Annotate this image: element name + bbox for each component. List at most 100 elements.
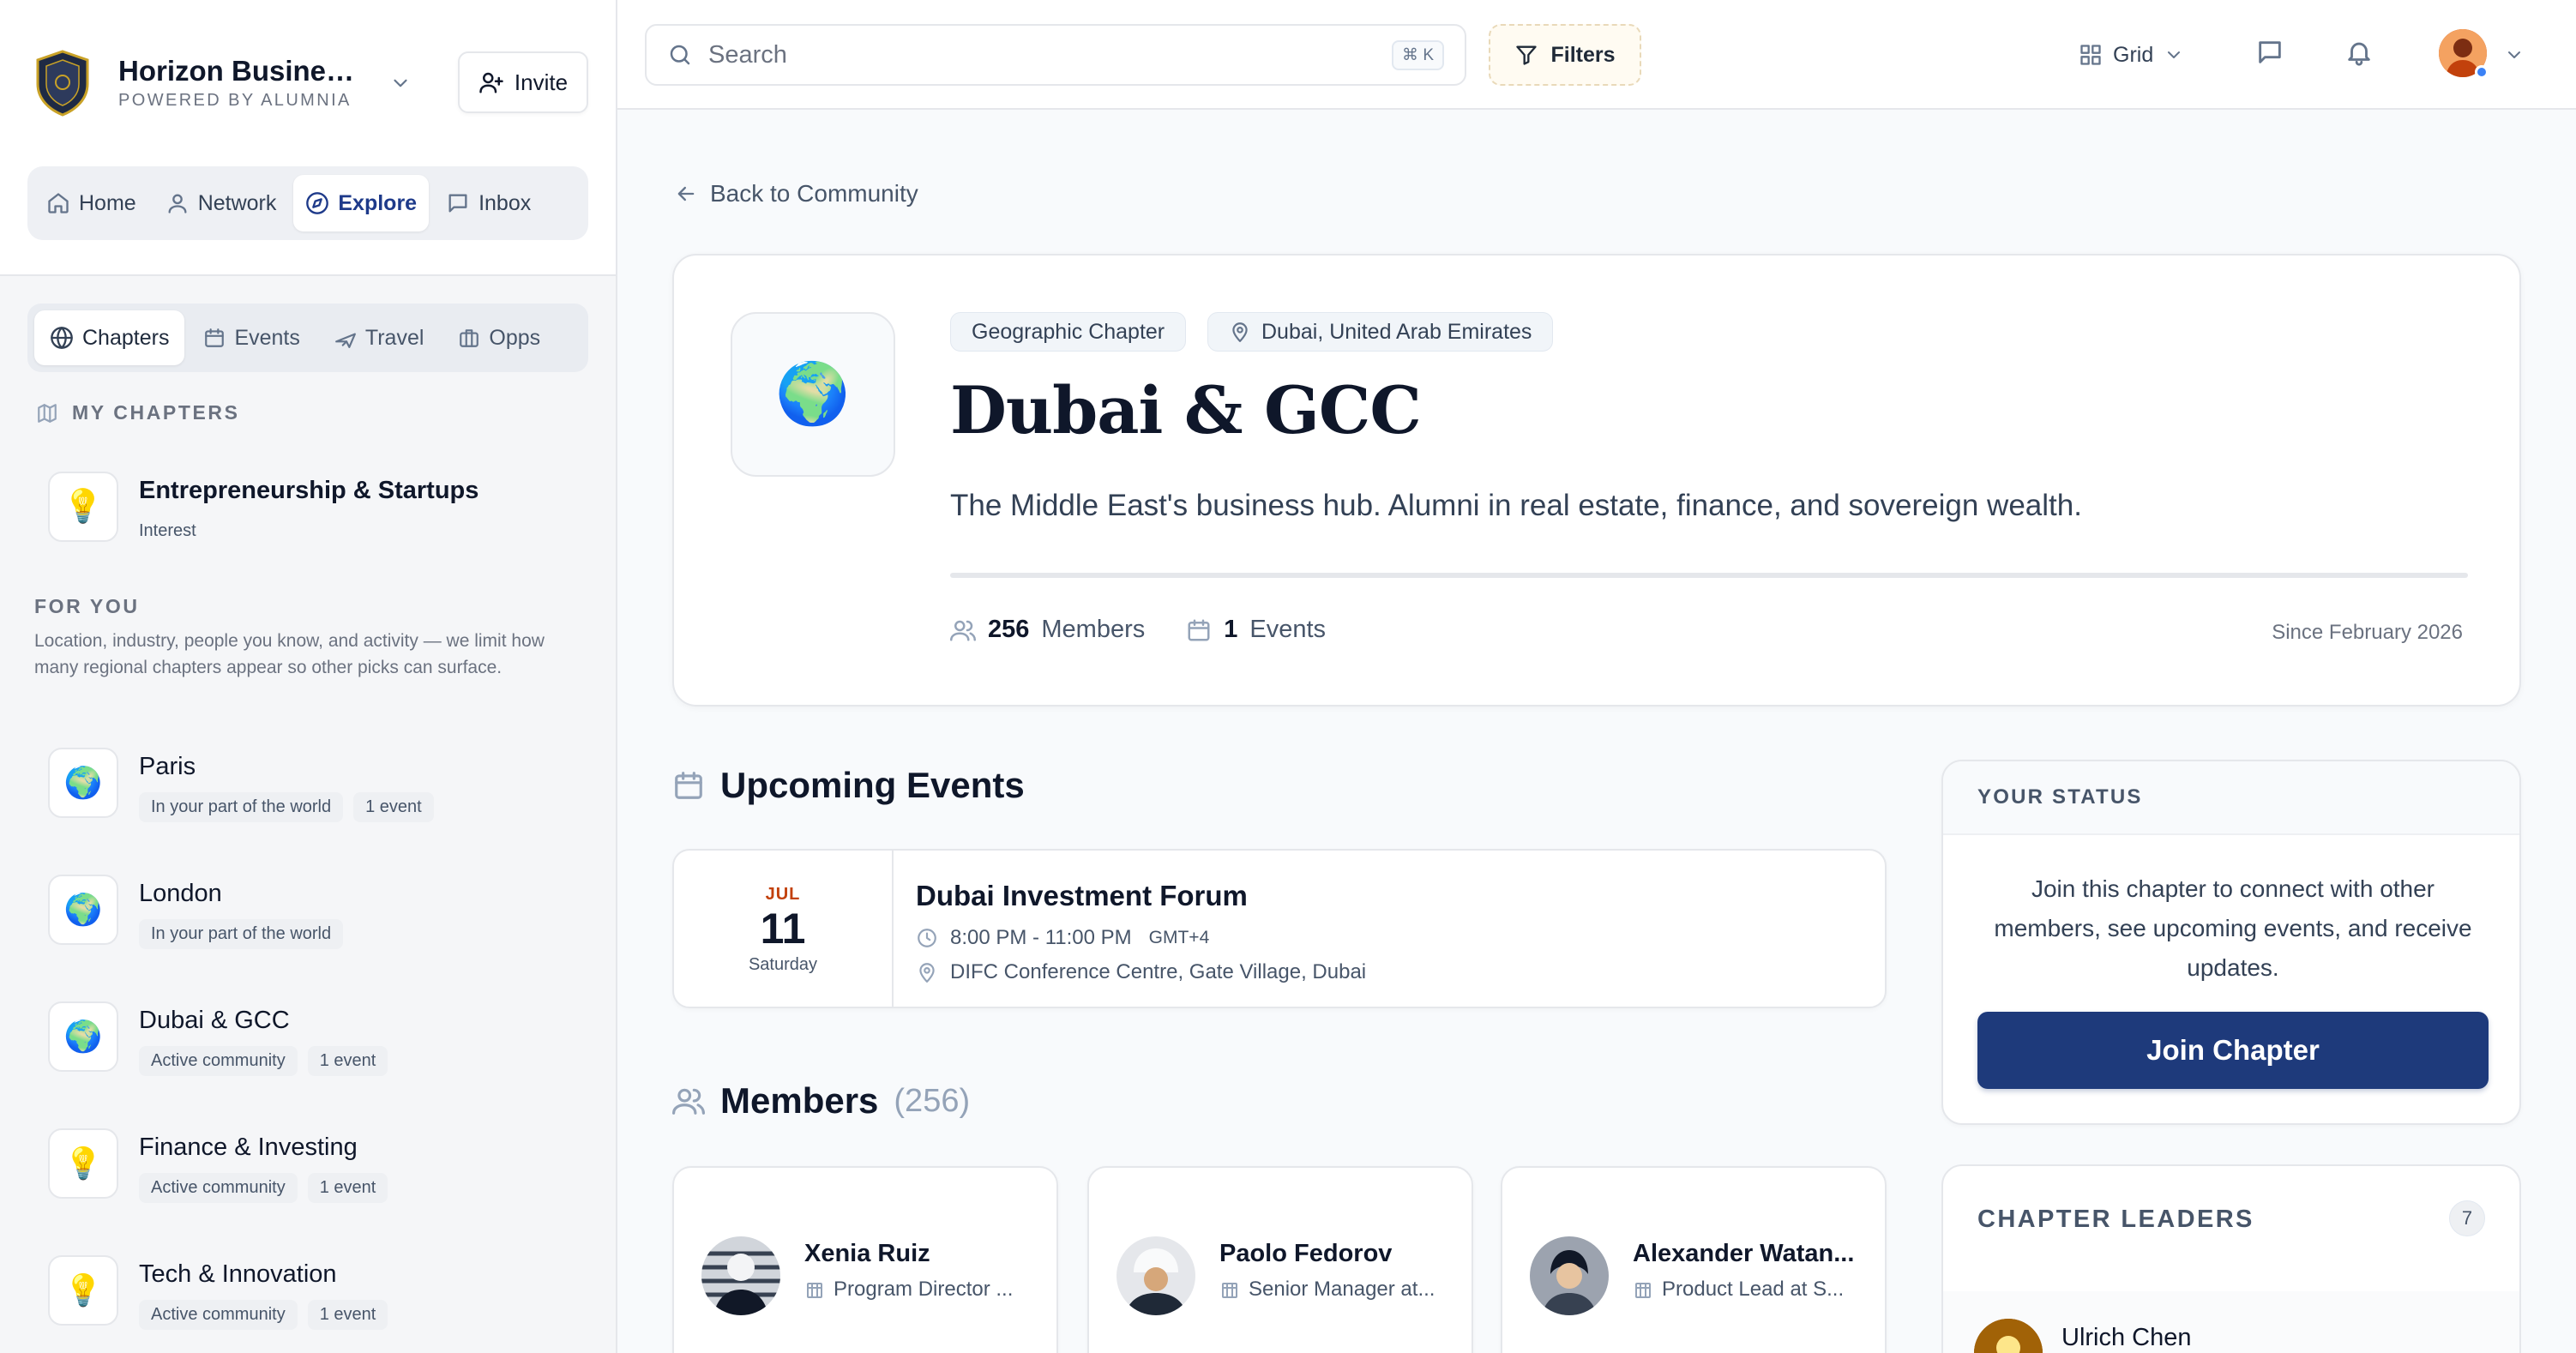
chapter-location: Dubai, United Arab Emirates [1261, 319, 1532, 344]
filters-label: Filters [1550, 42, 1616, 67]
chapter-meta: Interest [139, 516, 208, 546]
event-date: JUL 11 Saturday [674, 851, 894, 1007]
bell-icon[interactable] [2344, 38, 2374, 67]
chapter-meta: Active community 1 event [139, 1173, 388, 1203]
my-chapter-item[interactable]: 💡 Entrepreneurship & Startups Interest [48, 472, 597, 566]
leader-row[interactable]: Ulrich Chen [1943, 1291, 2519, 1353]
chapter-location-tag: Dubai, United Arab Emirates [1207, 312, 1554, 352]
event-card[interactable]: JUL 11 Saturday Dubai Investment Forum 8… [672, 849, 1887, 1008]
my-chapters-heading: MY CHAPTERS [36, 401, 240, 424]
explore-sub-nav: Chapters Events Travel Opps [27, 304, 588, 372]
sidebar-header: Horizon Business... POWERED BY ALUMNIA I… [0, 0, 616, 276]
calendar-icon [1188, 619, 1210, 640]
for-you-heading: FOR YOU [34, 595, 140, 618]
chapter-events-badge: 1 event [307, 1173, 388, 1203]
event-timezone: GMT+4 [1148, 928, 1210, 947]
chevron-down-icon [2168, 51, 2181, 58]
chapter-leaders-card: CHAPTER LEADERS 7 Ulrich Chen [1941, 1164, 2521, 1353]
plane-icon [334, 333, 356, 348]
chapter-badge: In your part of the world [139, 919, 344, 949]
nav-explore[interactable]: Explore [293, 175, 430, 232]
member-name: Paolo Fedorov [1219, 1240, 1393, 1267]
recommended-chapter-london[interactable]: 🌍 London In your part of the world [48, 875, 597, 969]
your-status-heading: YOUR STATUS [1943, 761, 2519, 835]
for-you-description: Location, industry, people you know, and… [34, 631, 545, 677]
nav-home[interactable]: Home [34, 175, 148, 232]
search-icon [670, 45, 690, 65]
members-title: Members [720, 1080, 879, 1121]
recommended-chapter-dubai[interactable]: 🌍 Dubai & GCC Active community 1 event [48, 1001, 597, 1096]
member-card[interactable]: Xenia Ruiz Program Director ... [672, 1166, 1058, 1353]
event-title: Dubai Investment Forum [916, 880, 1248, 911]
chapter-name: London [139, 880, 222, 907]
brand-subtitle: POWERED BY ALUMNIA [118, 91, 352, 110]
invite-label: Invite [514, 69, 569, 95]
brand-name[interactable]: Horizon Business... [118, 55, 369, 87]
chevron-down-icon[interactable] [389, 72, 412, 94]
filters-button[interactable]: Filters [1489, 24, 1641, 86]
leader-avatar [1974, 1319, 2043, 1353]
back-to-community-link[interactable]: Back to Community [674, 180, 918, 207]
nav-home-label: Home [79, 190, 136, 215]
view-mode-dropdown[interactable]: Grid [2079, 31, 2184, 79]
member-role: Program Director ... [804, 1278, 1044, 1302]
members-count: 256 [988, 616, 1030, 643]
nav-network[interactable]: Network [153, 175, 289, 232]
event-time: 8:00 PM - 11:00 PM [950, 926, 1132, 949]
event-day: 11 [760, 905, 806, 953]
member-avatar [1116, 1236, 1195, 1315]
nav-inbox-label: Inbox [478, 190, 532, 215]
my-chapters-heading-text: MY CHAPTERS [72, 401, 240, 424]
search-input[interactable] [708, 40, 1377, 69]
your-status-card: YOUR STATUS Join this chapter to connect… [1941, 760, 2521, 1125]
top-bar: ⌘ K Filters Grid [617, 0, 2576, 110]
member-avatar [1530, 1236, 1609, 1315]
tab-chapters[interactable]: Chapters [34, 310, 185, 365]
compass-icon [306, 192, 329, 214]
chat-icon[interactable] [2255, 38, 2284, 67]
tab-events[interactable]: Events [188, 310, 315, 365]
recommended-chapter-paris[interactable]: 🌍 Paris In your part of the world 1 even… [48, 748, 597, 842]
upcoming-events-title: Upcoming Events [720, 765, 1025, 805]
chapter-events-badge: 1 event [353, 792, 434, 822]
chapter-title: Dubai & GCC [950, 372, 1422, 448]
member-card[interactable]: Alexander Watan... Product Lead at S... [1501, 1166, 1887, 1353]
event-time-row: 8:00 PM - 11:00 PM GMT+4 [916, 926, 1209, 950]
chapter-meta: Active community 1 event [139, 1300, 388, 1330]
nav-inbox[interactable]: Inbox [434, 175, 543, 232]
main-nav: Home Network Explore Inbox [27, 166, 588, 240]
lightbulb-icon: 💡 [48, 1128, 118, 1199]
chapter-stats: 256 Members 1 Events [950, 616, 1326, 644]
chapter-leaders-count: 7 [2449, 1200, 2485, 1236]
chapter-type-label: Geographic Chapter [972, 319, 1165, 344]
member-role-text: Senior Manager at... [1249, 1278, 1435, 1301]
chapter-name: Finance & Investing [139, 1134, 358, 1161]
building-icon [1635, 1283, 1651, 1298]
chapter-leaders-heading: CHAPTER LEADERS [1977, 1206, 2254, 1233]
chapter-globe-icon: 🌍 [731, 312, 895, 477]
events-label: Events [1249, 616, 1327, 643]
tab-travel[interactable]: Travel [319, 310, 440, 365]
search-shortcut: ⌘ K [1392, 39, 1444, 70]
member-role-text: Program Director ... [834, 1278, 1014, 1301]
calendar-icon [675, 772, 702, 799]
join-chapter-button[interactable]: Join Chapter [1977, 1012, 2489, 1089]
brand-shield-logo[interactable] [34, 50, 91, 117]
invite-button[interactable]: Invite [458, 51, 588, 113]
globe-emoji-icon: 🌍 [48, 1001, 118, 1072]
member-name: Xenia Ruiz [804, 1240, 930, 1267]
members-stat: 256 Members [950, 616, 1145, 644]
event-weekday: Saturday [748, 955, 818, 974]
search-box[interactable]: ⌘ K [645, 24, 1466, 86]
upcoming-events-heading: Upcoming Events [672, 765, 1025, 806]
tab-opps-label: Opps [489, 325, 541, 350]
tab-opps[interactable]: Opps [442, 310, 556, 365]
member-card[interactable]: Paolo Fedorov Senior Manager at... [1087, 1166, 1473, 1353]
chevron-down-icon[interactable] [2504, 45, 2525, 65]
recommended-chapter-finance[interactable]: 💡 Finance & Investing Active community 1… [48, 1128, 597, 1223]
members-heading: Members (256) [672, 1080, 970, 1121]
recommended-chapter-tech[interactable]: 💡 Tech & Innovation Active community 1 e… [48, 1255, 597, 1350]
chapter-badge: In your part of the world [139, 792, 344, 822]
events-stat: 1 Events [1186, 616, 1326, 644]
tab-events-label: Events [234, 325, 300, 350]
